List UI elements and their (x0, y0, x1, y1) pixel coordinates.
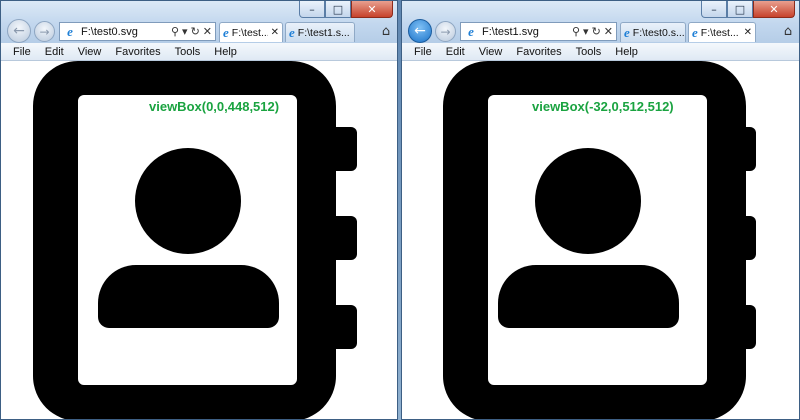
back-arrow-icon[interactable]: ← (408, 19, 432, 43)
refresh-icon[interactable]: ↻ (191, 25, 200, 38)
home-icon[interactable]: ⌂ (378, 23, 394, 39)
browser-window-left: – □ ✕ ← → e F:\test0.svg ⚲ ▾ ↻ ✕ e F:\te… (0, 0, 398, 420)
menu-view[interactable]: View (71, 46, 109, 58)
page-content: viewBox(0,0,448,512) (1, 61, 397, 419)
search-icon[interactable]: ⚲ (572, 25, 580, 38)
tab-close-icon[interactable]: ✕ (741, 27, 755, 38)
browser-window-right: – □ ✕ ← → e F:\test1.svg ⚲ ▾ ↻ ✕ e F:\te… (401, 0, 800, 420)
menu-edit[interactable]: Edit (439, 46, 472, 58)
home-icon[interactable]: ⌂ (780, 23, 796, 39)
menu-edit[interactable]: Edit (38, 46, 71, 58)
forward-arrow-icon[interactable]: → (435, 21, 456, 42)
page-content: viewBox(-32,0,512,512) (402, 61, 799, 419)
menu-bar: File Edit View Favorites Tools Help (1, 43, 397, 61)
ie-page-icon: e (468, 23, 474, 39)
forward-arrow-icon[interactable]: → (34, 21, 55, 42)
tab-test1[interactable]: e F:\test1.s... (285, 22, 355, 42)
tab-test0[interactable]: e F:\test0.s... (620, 22, 686, 42)
menu-file[interactable]: File (6, 46, 38, 58)
menu-help[interactable]: Help (608, 46, 645, 58)
maximize-icon[interactable]: □ (727, 1, 753, 18)
dropdown-icon[interactable]: ▾ (182, 25, 188, 38)
close-icon[interactable]: ✕ (351, 1, 393, 18)
maximize-icon[interactable]: □ (325, 1, 351, 18)
dropdown-icon[interactable]: ▾ (583, 25, 589, 38)
address-bar[interactable]: e F:\test1.svg ⚲ ▾ ↻ ✕ (460, 22, 617, 41)
window-controls: – □ ✕ (701, 1, 795, 19)
ie-page-icon: e (67, 23, 73, 39)
minimize-icon[interactable]: – (701, 1, 727, 18)
viewbox-label: viewBox(-32,0,512,512) (532, 99, 674, 114)
close-icon[interactable]: ✕ (753, 1, 795, 18)
address-book-icon: viewBox(-32,0,512,512) (443, 61, 756, 419)
address-url[interactable]: F:\test0.svg (81, 26, 171, 38)
menu-view[interactable]: View (472, 46, 510, 58)
tab-label: F:\test1.s... (297, 26, 350, 39)
menu-tools[interactable]: Tools (168, 46, 208, 58)
address-bar[interactable]: e F:\test0.svg ⚲ ▾ ↻ ✕ (59, 22, 216, 41)
tab-close-icon[interactable]: ✕ (268, 27, 282, 38)
tab-label: F:\test0.s... (632, 26, 685, 39)
tab-label: F:\test... (231, 26, 268, 39)
desktop: – □ ✕ ← → e F:\test0.svg ⚲ ▾ ↻ ✕ e F:\te… (0, 0, 800, 420)
tab-test0[interactable]: e F:\test... ✕ (219, 22, 283, 42)
stop-icon[interactable]: ✕ (604, 25, 613, 38)
stop-icon[interactable]: ✕ (203, 25, 212, 38)
menu-bar: File Edit View Favorites Tools Help (402, 43, 799, 61)
navigation-bar: ← → e F:\test1.svg ⚲ ▾ ↻ ✕ e F:\test0.s.… (406, 19, 799, 43)
menu-favorites[interactable]: Favorites (108, 46, 167, 58)
minimize-icon[interactable]: – (299, 1, 325, 18)
menu-help[interactable]: Help (207, 46, 244, 58)
back-arrow-icon[interactable]: ← (7, 19, 31, 43)
refresh-icon[interactable]: ↻ (592, 25, 601, 38)
menu-favorites[interactable]: Favorites (509, 46, 568, 58)
window-controls: – □ ✕ (299, 1, 393, 19)
viewbox-label: viewBox(0,0,448,512) (149, 99, 279, 114)
tab-label: F:\test... (700, 26, 739, 39)
address-book-icon: viewBox(0,0,448,512) (33, 61, 357, 419)
navigation-bar: ← → e F:\test0.svg ⚲ ▾ ↻ ✕ e F:\test... … (5, 19, 397, 43)
tab-test1[interactable]: e F:\test... ✕ (688, 22, 756, 42)
address-url[interactable]: F:\test1.svg (482, 26, 572, 38)
search-icon[interactable]: ⚲ (171, 25, 179, 38)
menu-tools[interactable]: Tools (569, 46, 609, 58)
menu-file[interactable]: File (407, 46, 439, 58)
